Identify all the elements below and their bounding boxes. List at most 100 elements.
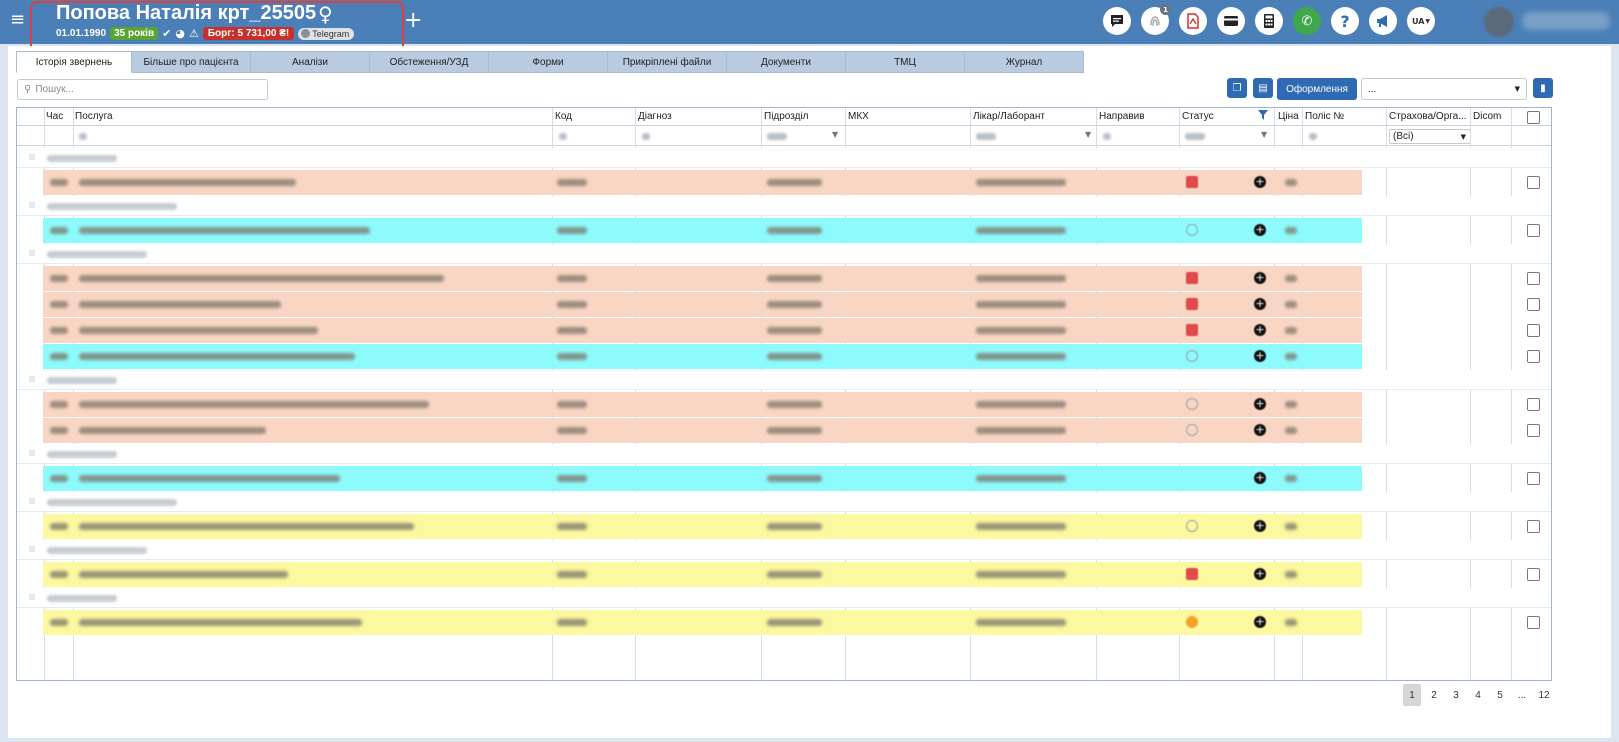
avatar[interactable] (1484, 7, 1514, 37)
announcements-button[interactable] (1369, 7, 1397, 35)
group-expander[interactable] (29, 594, 35, 600)
table-row[interactable]: + (43, 562, 1362, 587)
page-link[interactable]: 12 (1535, 684, 1553, 706)
tab-forms[interactable]: Форми (489, 51, 608, 73)
table-row[interactable]: + (43, 318, 1362, 343)
action-select[interactable]: ... ▼ (1361, 78, 1527, 100)
menu-icon[interactable]: ≡ (10, 10, 25, 30)
col-dicom[interactable]: Dicom (1473, 111, 1501, 122)
add-circle-icon[interactable]: + (1254, 224, 1266, 236)
row-checkbox[interactable] (1527, 176, 1540, 189)
select-all-checkbox[interactable] (1527, 111, 1540, 124)
search-input[interactable]: ⚲ Пошук... (17, 79, 268, 100)
pdf-button[interactable] (1179, 7, 1207, 35)
code-filter[interactable] (559, 133, 567, 140)
table-row[interactable]: + (43, 170, 1362, 195)
table-row[interactable]: + (43, 266, 1362, 291)
tab-more-about-patient[interactable]: Більше про пацієнта (132, 51, 251, 73)
page-link[interactable]: 4 (1469, 684, 1487, 706)
payment-card-button[interactable] (1217, 7, 1245, 35)
group-expander[interactable] (29, 250, 35, 256)
add-circle-icon[interactable]: + (1254, 272, 1266, 284)
table-row[interactable]: + (43, 344, 1362, 369)
diagnosis-filter[interactable] (642, 133, 650, 140)
group-expander[interactable] (29, 450, 35, 456)
col-status[interactable]: Статус (1182, 111, 1214, 122)
group-row[interactable] (17, 244, 1551, 264)
tab-history[interactable]: Історія звернень (16, 51, 132, 73)
table-row[interactable]: + (43, 610, 1362, 635)
chat-button[interactable] (1103, 7, 1131, 35)
add-circle-icon[interactable]: + (1254, 520, 1266, 532)
add-circle-icon[interactable]: + (1254, 424, 1266, 436)
group-expander[interactable] (29, 376, 35, 382)
insurer-filter[interactable]: (Всі) ▼ (1389, 129, 1471, 144)
table-row[interactable]: + (43, 514, 1362, 539)
calculator-button[interactable] (1255, 7, 1283, 35)
tab-attached-files[interactable]: Прикріплені файли (608, 51, 727, 73)
col-doctor[interactable]: Лікар/Лаборант (973, 111, 1045, 122)
add-circle-icon[interactable]: + (1254, 298, 1266, 310)
row-checkbox[interactable] (1527, 520, 1540, 533)
referrer-filter[interactable] (1103, 133, 1111, 140)
row-checkbox[interactable] (1527, 324, 1540, 337)
add-circle-icon[interactable]: + (1254, 616, 1266, 628)
col-time[interactable]: Час (46, 111, 63, 122)
group-row[interactable] (17, 540, 1551, 560)
page-link[interactable]: 1 (1403, 684, 1421, 706)
language-select[interactable]: UA ▼ (1407, 7, 1435, 35)
row-checkbox[interactable] (1527, 398, 1540, 411)
col-referrer[interactable]: Направив (1099, 111, 1145, 122)
col-price[interactable]: Ціна (1278, 111, 1299, 122)
tab-analyses[interactable]: Аналізи (251, 51, 370, 73)
col-diagnosis[interactable]: Діагноз (638, 111, 672, 122)
phone-button[interactable]: ✆ (1293, 7, 1321, 35)
department-filter[interactable] (767, 133, 787, 140)
add-circle-icon[interactable]: + (1254, 350, 1266, 362)
delete-button[interactable]: ▮ (1533, 78, 1553, 98)
group-row[interactable] (17, 196, 1551, 216)
service-filter[interactable] (79, 133, 87, 140)
patient-name[interactable]: Попова Наталія крт_25505 (56, 2, 316, 25)
table-row[interactable]: + (43, 392, 1362, 417)
add-circle-icon[interactable]: + (1254, 568, 1266, 580)
group-row[interactable] (17, 370, 1551, 390)
tab-inventory[interactable]: ТМЦ (846, 51, 965, 73)
group-row[interactable] (17, 492, 1551, 512)
page-link[interactable]: 2 (1425, 684, 1443, 706)
col-icd[interactable]: МКХ (848, 111, 869, 122)
row-checkbox[interactable] (1527, 616, 1540, 629)
table-row[interactable]: + (43, 292, 1362, 317)
filter-icon[interactable] (1258, 110, 1268, 120)
row-checkbox[interactable] (1527, 272, 1540, 285)
group-expander[interactable] (29, 546, 35, 552)
table-row[interactable]: + (43, 418, 1362, 443)
add-circle-icon[interactable]: + (1254, 398, 1266, 410)
add-circle-icon[interactable]: + (1254, 472, 1266, 484)
row-checkbox[interactable] (1527, 350, 1540, 363)
col-insurer[interactable]: Страхова/Орга... (1389, 111, 1467, 122)
add-circle-icon[interactable]: + (1254, 324, 1266, 336)
doctor-filter[interactable] (976, 133, 996, 140)
status-filter[interactable] (1185, 133, 1205, 140)
add-circle-icon[interactable]: + (1254, 176, 1266, 188)
copy-button[interactable]: ❐ (1227, 78, 1247, 98)
telegram-badge[interactable]: Telegram (298, 27, 355, 40)
col-service[interactable]: Послуга (75, 111, 113, 122)
col-code[interactable]: Код (555, 111, 572, 122)
group-expander[interactable] (29, 498, 35, 504)
add-icon[interactable]: + (404, 8, 422, 33)
user-name[interactable] (1522, 12, 1610, 30)
help-button[interactable]: ? (1331, 7, 1359, 35)
row-checkbox[interactable] (1527, 568, 1540, 581)
group-expander[interactable] (29, 202, 35, 208)
group-row[interactable] (17, 148, 1551, 168)
fingerprint-button[interactable]: 1 (1141, 4, 1171, 35)
row-checkbox[interactable] (1527, 424, 1540, 437)
page-link[interactable]: 5 (1491, 684, 1509, 706)
format-button[interactable]: Оформлення (1277, 78, 1357, 100)
debt-badge[interactable]: Борг: 5 731,00 ₴! (202, 27, 295, 40)
row-checkbox[interactable] (1527, 224, 1540, 237)
col-department[interactable]: Підрозділ (764, 111, 809, 122)
policy-filter[interactable] (1309, 133, 1317, 140)
